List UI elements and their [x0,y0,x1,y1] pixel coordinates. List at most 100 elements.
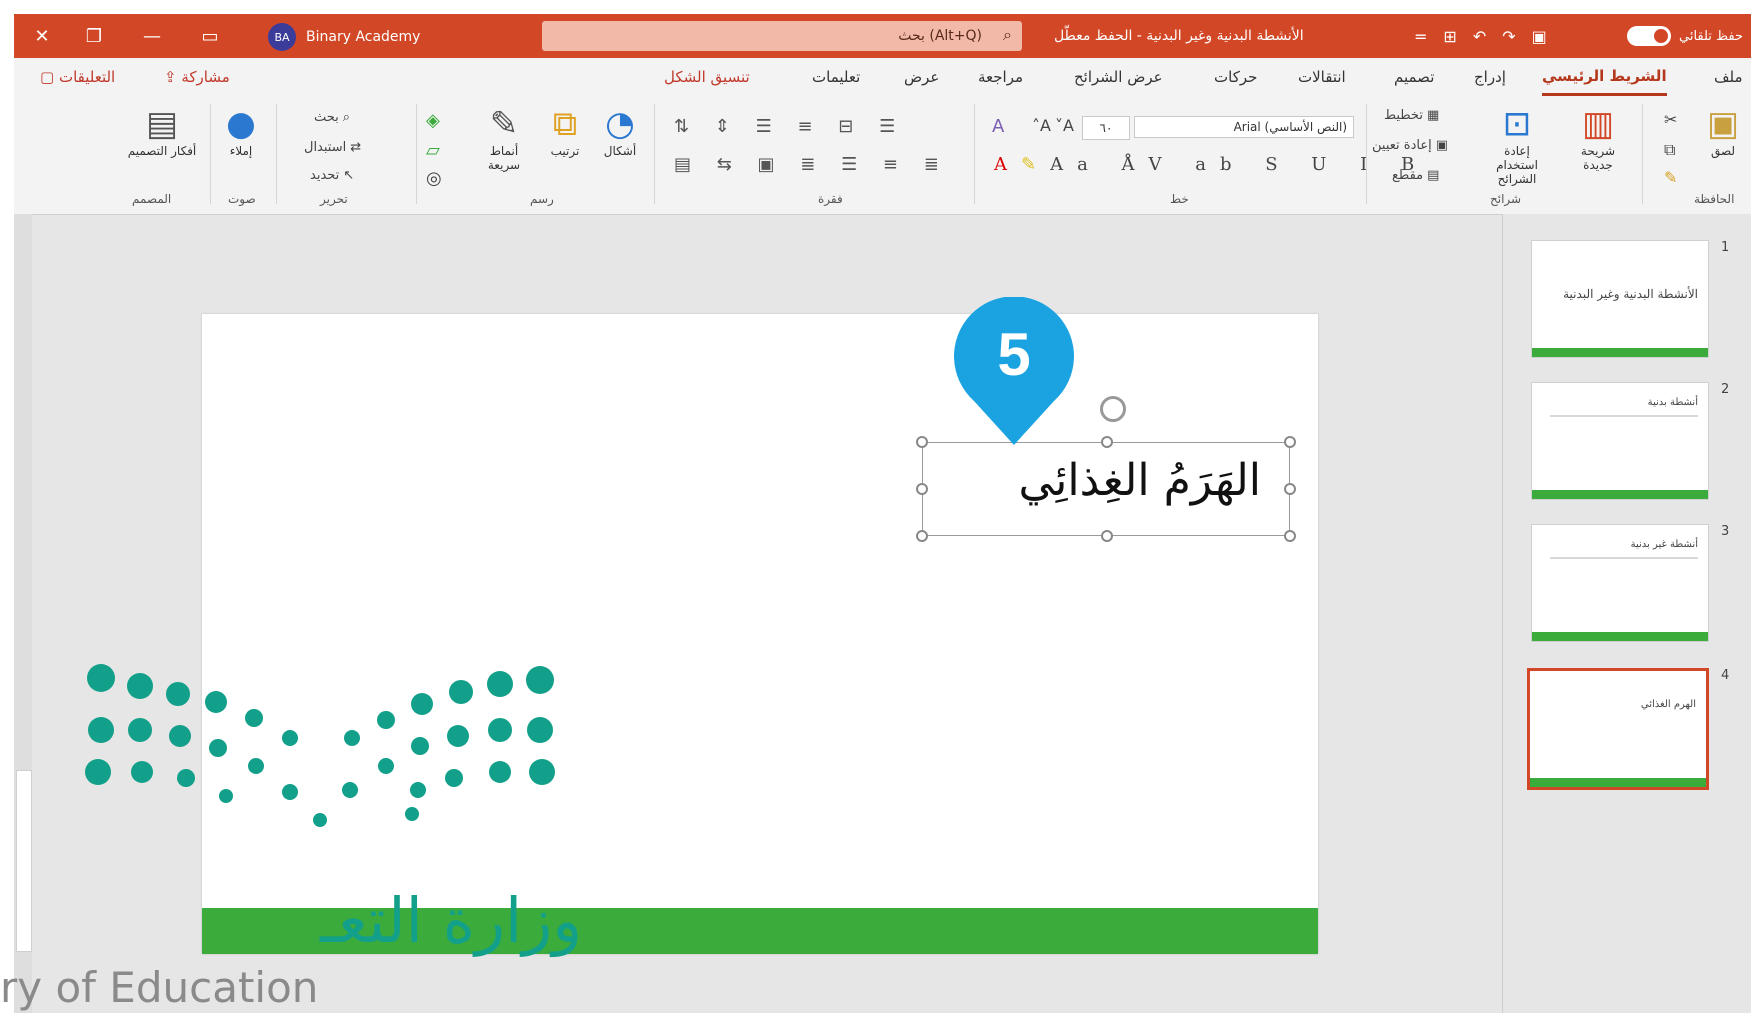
tab-help[interactable]: تعليمات [812,58,860,96]
design-ideas-button[interactable]: ▤ أفكار التصميم [122,104,202,158]
arrange-label: ترتيب [550,144,580,158]
format-painter-button[interactable]: ✎ [1664,168,1677,187]
ribbon-display-button[interactable]: ▭ [182,14,238,58]
cut-icon: ✂ [1664,110,1678,129]
quick-styles-button[interactable]: ✎ أنماط سريعة [474,104,534,172]
document-title: الأنشطة البدنية وغير البدنية - الحفظ معط… [1054,28,1304,44]
minimize-button[interactable]: — [124,14,180,58]
tab-file[interactable]: ملف [1714,58,1743,96]
find-label: بحث [314,110,339,125]
tab-review[interactable]: مراجعة [978,58,1023,96]
reset-icon: ▣ [1435,138,1448,153]
arrange-icon: ⧉ [552,104,578,144]
thumbnail-footer-bar [1530,778,1706,787]
autosave-toggle[interactable]: حفظ تلقائي [1627,14,1743,58]
reuse-slides-label: إعادة استخدام الشرائح [1496,144,1538,186]
cut-button[interactable]: ✂ [1664,110,1677,129]
reset-label: إعادة تعيين [1372,138,1432,153]
separator [654,104,655,204]
slide-thumbnail-selected[interactable]: الهرم الغذائي [1527,668,1709,790]
present-icon[interactable]: ⊞ [1443,27,1456,46]
tab-design[interactable]: تصميم [1394,58,1434,96]
slide-title-text[interactable]: الهَرَمُ الغِذائِي [1018,455,1261,506]
tab-shape-format[interactable]: تنسيق الشكل [664,58,750,96]
select-button[interactable]: ↖ تحديد [310,168,354,183]
new-slide-button[interactable]: ▥ شريحة جديدة [1566,104,1630,172]
replace-button[interactable]: ⇄ استبدال [304,140,361,155]
resize-handle[interactable] [1101,530,1113,542]
resize-handle[interactable] [1101,436,1113,448]
title-textbox[interactable]: الهَرَمُ الغِذائِي [916,436,1296,542]
slides-group-label: شرائح [1490,192,1522,206]
shapes-button[interactable]: ◔ أشكال [594,104,646,158]
slide-thumbnail[interactable]: أنشطة غير بدنية [1531,524,1709,642]
shape-effects-button[interactable]: ◎ [426,168,442,189]
font-name-field[interactable]: Arial (النص الأساسي) [1134,116,1354,138]
paragraph-row-2[interactable]: ▤ ⇆ ▣ ≣ ☰ ≡ ≣ [674,154,949,175]
text-effects-button[interactable]: A [992,116,1004,137]
paragraph-group-label: فقرة [818,192,843,206]
resize-handle[interactable] [1284,483,1296,495]
arrange-button[interactable]: ⧉ ترتيب [540,104,590,158]
resize-handle[interactable] [1284,530,1296,542]
thumbnail-footer-bar [1532,490,1708,499]
reuse-slides-button[interactable]: ⊡ إعادة استخدام الشرائح [1482,104,1552,186]
resize-handle[interactable] [916,530,928,542]
format-painter-icon: ✎ [1664,168,1678,187]
redo-icon[interactable]: ↷ [1502,27,1515,46]
dictate-button[interactable]: ● إملاء [218,104,264,158]
slide-thumbnail[interactable]: أنشطة بدنية [1531,382,1709,500]
search-input[interactable]: بحث (Alt+Q) ⌕ [542,21,1022,51]
ministry-logo: وزارة التعـ ry of Education [0,664,580,1012]
design-ideas-icon: ▤ [145,104,179,144]
reset-button[interactable]: ▣ إعادة تعيين [1372,138,1448,153]
find-icon: ⌕ [342,110,351,125]
customize-toolbar-icon[interactable]: = [1414,27,1427,46]
font-size-buttons[interactable]: A˅ A˄ [1032,116,1074,135]
font-size-field[interactable]: ٦٠ [1082,116,1130,140]
copy-button[interactable]: ⧉ [1664,140,1675,160]
microphone-icon: ● [226,104,256,144]
comment-icon: ▢ [40,68,59,86]
select-label: تحديد [310,168,340,183]
ribbon-tabs: ▢ التعليقات ⇪ مشاركة تنسيق الشكل تعليمات… [14,58,1751,96]
paste-label: لصق [1710,144,1736,158]
font-format-row[interactable]: A✎Aa ÅV ab S U I B [994,154,1428,175]
tab-view[interactable]: عرض [904,58,939,96]
shape-outline-button[interactable]: ▱ [426,140,440,161]
voice-group-label: صوت [228,192,256,206]
toggle-switch[interactable] [1627,26,1671,46]
tab-animations[interactable]: حركات [1214,58,1257,96]
save-icon[interactable]: ▣ [1532,27,1547,46]
share-label: مشاركة [181,68,230,86]
ribbon: ▤ أفكار التصميم المصمم ● إملاء صوت ⌕ بحث … [14,96,1751,215]
paste-button[interactable]: ▣ لصق [1698,104,1748,158]
slide-thumbnail[interactable]: الأنشطة البدنية وغير البدنية [1531,240,1709,358]
shape-fill-icon: ◈ [426,110,440,131]
step-marker: 5 [954,297,1074,445]
comments-label: التعليقات [58,68,116,86]
thumbnail-line [1550,415,1698,417]
tab-home[interactable]: الشريط الرئيسي [1542,58,1667,96]
tab-slideshow[interactable]: عرض الشرائح [1074,58,1163,96]
find-button[interactable]: ⌕ بحث [314,110,350,125]
comments-button[interactable]: ▢ التعليقات [40,64,115,90]
section-button[interactable]: ▤ مقطع [1392,168,1439,183]
logo-dots [85,664,555,827]
tab-transitions[interactable]: انتقالات [1298,58,1346,96]
undo-icon[interactable]: ↶ [1473,27,1486,46]
close-button[interactable]: ✕ [14,14,70,58]
shape-fill-button[interactable]: ◈ [426,110,440,131]
resize-handle[interactable] [1284,436,1296,448]
paragraph-row-1[interactable]: ⇅ ⇕ ☰ ≡ ⊟ ☰ [674,116,905,137]
tab-insert[interactable]: إدراج [1474,58,1506,96]
shape-effects-icon: ◎ [426,168,442,189]
rotation-handle[interactable] [1100,396,1126,422]
share-button[interactable]: ⇪ مشاركة [164,64,230,90]
account-button[interactable]: BA Binary Academy [268,23,420,51]
resize-handle[interactable] [916,483,928,495]
resize-handle[interactable] [916,436,928,448]
restore-button[interactable]: ❐ [66,14,122,58]
layout-button[interactable]: ▦ تخطيط [1384,108,1439,123]
replace-label: استبدال [304,140,347,155]
